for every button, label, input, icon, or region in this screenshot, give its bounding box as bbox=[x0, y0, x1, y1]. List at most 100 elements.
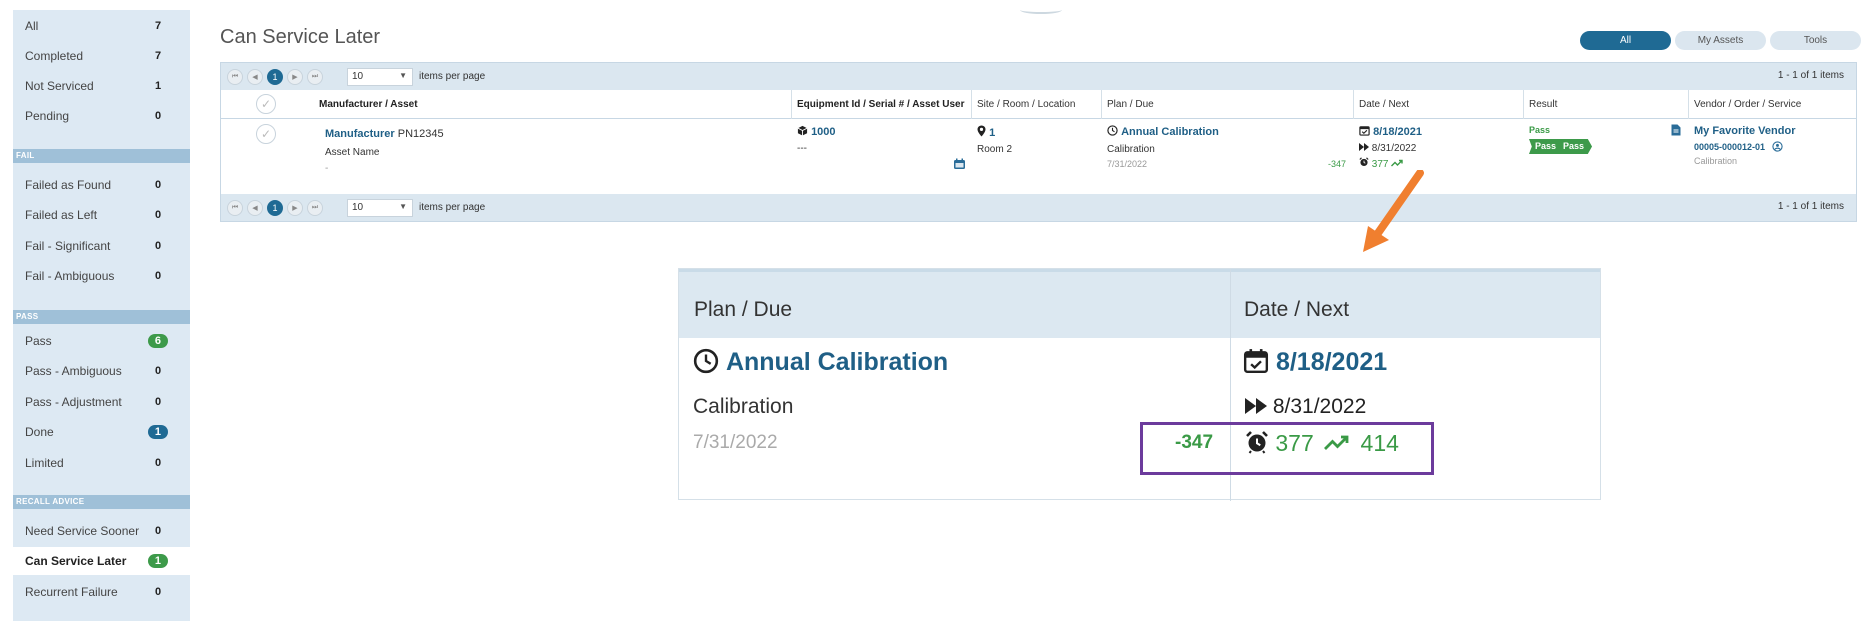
due-date: 7/31/2022 bbox=[1107, 159, 1148, 169]
plan-name-link[interactable]: Annual Calibration bbox=[1121, 126, 1219, 138]
calendar-check-icon bbox=[1243, 349, 1269, 374]
zoomed-next-date: 8/31/2022 bbox=[1272, 395, 1367, 418]
check-icon: ✓ bbox=[260, 127, 272, 141]
manufacturer-link[interactable]: Manufacturer bbox=[325, 128, 395, 140]
last-page-icon[interactable]: ⏭ bbox=[307, 68, 323, 85]
sidebar-section-recall-advice: RECALL ADVICE bbox=[13, 495, 190, 509]
column-equipment[interactable]: Equipment Id / Serial # / Asset User bbox=[797, 99, 964, 110]
vendor-link[interactable]: My Favorite Vendor bbox=[1694, 125, 1795, 137]
sidebar-item-label: Failed as Found bbox=[25, 178, 112, 192]
column-site[interactable]: Site / Room / Location bbox=[977, 99, 1075, 110]
days-remaining: 377 bbox=[1371, 159, 1389, 170]
prev-page-icon[interactable]: ◀ bbox=[247, 68, 263, 85]
sidebar-item-label: Pass bbox=[25, 334, 52, 348]
user-badge-icon[interactable] bbox=[1772, 141, 1783, 152]
row-checkbox[interactable]: ✓ bbox=[256, 124, 276, 144]
filter-my-assets-button[interactable]: My Assets bbox=[1675, 31, 1766, 50]
sidebar-item-pass-adjustment[interactable]: Pass - Adjustment 0 bbox=[13, 388, 190, 416]
page-size-value: 10 bbox=[352, 201, 364, 213]
next-page-icon[interactable]: ▶ bbox=[287, 68, 303, 85]
sidebar-item-recurrent-failure[interactable]: Recurrent Failure 0 bbox=[13, 578, 190, 606]
sidebar-item-label: Pass - Adjustment bbox=[25, 395, 122, 409]
sidebar-count-badge: 6 bbox=[147, 334, 168, 348]
calendar-check-icon bbox=[1359, 126, 1370, 136]
room-label: Room 2 bbox=[977, 144, 1013, 155]
sidebar-item-fail-significant[interactable]: Fail - Significant 0 bbox=[13, 232, 190, 260]
pager-range: 1 - 1 of 1 items bbox=[1777, 70, 1844, 81]
sidebar-item-all[interactable]: All 7 bbox=[13, 12, 190, 40]
first-page-icon[interactable]: ⏮ bbox=[227, 199, 243, 216]
prev-page-icon[interactable]: ◀ bbox=[247, 199, 263, 216]
page-number-button[interactable]: 1 bbox=[267, 68, 283, 85]
asset-name: Asset Name bbox=[325, 147, 380, 158]
column-date-next[interactable]: Date / Next bbox=[1359, 99, 1409, 110]
sidebar-item-need-service-sooner[interactable]: Need Service Sooner 0 bbox=[13, 517, 190, 545]
sidebar-item-pending[interactable]: Pending 0 bbox=[13, 102, 190, 130]
sidebar-item-pass-ambiguous[interactable]: Pass - Ambiguous 0 bbox=[13, 357, 190, 385]
sidebar-item-label: Done bbox=[25, 425, 54, 439]
sidebar-item-label: All bbox=[25, 19, 39, 33]
page-size-select[interactable]: 10 ▼ bbox=[347, 198, 413, 217]
items-per-page-label: items per page bbox=[419, 71, 486, 82]
page-size-select[interactable]: 10 ▼ bbox=[347, 67, 413, 86]
trending-up-icon bbox=[1391, 159, 1403, 167]
due-difference: -347 bbox=[1328, 159, 1347, 169]
zoomed-column-plan-due: Plan / Due bbox=[694, 298, 793, 321]
sidebar-item-done[interactable]: Done 1 bbox=[13, 418, 190, 446]
page-number-button[interactable]: 1 bbox=[267, 199, 283, 216]
sidebar-item-label: Need Service Sooner bbox=[25, 524, 140, 538]
sidebar-item-label: Failed as Left bbox=[25, 208, 98, 222]
box-icon bbox=[797, 125, 808, 136]
sidebar-item-fail-ambiguous[interactable]: Fail - Ambiguous 0 bbox=[13, 262, 190, 290]
part-number: PN12345 bbox=[397, 128, 444, 140]
document-icon[interactable] bbox=[1671, 124, 1681, 136]
loading-indicator bbox=[1020, 6, 1062, 14]
next-page-icon[interactable]: ▶ bbox=[287, 199, 303, 216]
sidebar-item-label: Pending bbox=[25, 109, 70, 123]
sidebar-item-count: 0 bbox=[154, 586, 162, 598]
select-all-checkbox[interactable]: ✓ bbox=[256, 94, 276, 114]
service-date-link[interactable]: 8/18/2021 bbox=[1373, 126, 1422, 138]
column-plan-due[interactable]: Plan / Due bbox=[1107, 99, 1154, 110]
plan-type: Calibration bbox=[1107, 144, 1155, 155]
first-page-icon[interactable]: ⏮ bbox=[227, 68, 243, 85]
filter-tools-button[interactable]: Tools bbox=[1770, 31, 1861, 50]
sidebar-item-label: Recurrent Failure bbox=[25, 585, 118, 599]
column-manufacturer-asset[interactable]: Manufacturer / Asset bbox=[319, 99, 418, 110]
chevron-down-icon: ▼ bbox=[399, 70, 407, 80]
fast-forward-icon bbox=[1245, 398, 1267, 414]
sidebar-item-failed-as-left[interactable]: Failed as Left 0 bbox=[13, 201, 190, 229]
sidebar-item-limited[interactable]: Limited 0 bbox=[13, 449, 190, 477]
table-header: ✓ Manufacturer / Asset Equipment Id / Se… bbox=[221, 90, 1856, 119]
sidebar-item-label: Not Serviced bbox=[25, 79, 94, 93]
order-number-link[interactable]: 00005-000012-01 bbox=[1694, 142, 1765, 152]
clock-icon bbox=[1107, 125, 1118, 136]
zoomed-due-date: 7/31/2022 bbox=[693, 432, 778, 453]
result-label: Pass bbox=[1529, 125, 1551, 135]
sidebar-section-pass: PASS bbox=[13, 310, 190, 324]
last-page-icon[interactable]: ⏭ bbox=[307, 199, 323, 216]
calendar-icon[interactable] bbox=[953, 158, 966, 170]
page-size-value: 10 bbox=[352, 70, 364, 82]
sidebar-item-label: Limited bbox=[25, 456, 64, 470]
zoomed-service-date: 8/18/2021 bbox=[1275, 348, 1388, 376]
sidebar-item-can-service-later[interactable]: Can Service Later 1 bbox=[13, 547, 190, 575]
filter-all-button[interactable]: All bbox=[1580, 31, 1671, 50]
chevron-down-icon: ▼ bbox=[399, 201, 407, 211]
pager-bottom: ⏮ ◀ 1 ▶ ⏭ 10 ▼ items per page 1 - 1 of 1 … bbox=[221, 194, 1856, 221]
sidebar-item-not-serviced[interactable]: Not Serviced 1 bbox=[13, 72, 190, 100]
zoomed-plan-type: Calibration bbox=[693, 395, 794, 418]
sidebar-item-failed-as-found[interactable]: Failed as Found 0 bbox=[13, 171, 190, 199]
site-link[interactable]: 1 bbox=[989, 127, 995, 139]
column-vendor[interactable]: Vendor / Order / Service bbox=[1694, 99, 1801, 110]
location-pin-icon bbox=[977, 125, 986, 137]
equipment-id-link[interactable]: 1000 bbox=[811, 126, 835, 138]
result-badge: Pass bbox=[1557, 139, 1593, 154]
table-row[interactable]: ✓ Manufacturer PN12345 Asset Name - 1000… bbox=[221, 119, 1856, 194]
sidebar-item-label: Can Service Later bbox=[25, 554, 127, 568]
sidebar-item-pass[interactable]: Pass 6 bbox=[13, 327, 190, 355]
sidebar-item-label: Completed bbox=[25, 49, 84, 63]
sidebar-count-badge: 1 bbox=[147, 425, 168, 439]
column-result[interactable]: Result bbox=[1529, 99, 1557, 110]
sidebar-item-completed[interactable]: Completed 7 bbox=[13, 42, 190, 70]
